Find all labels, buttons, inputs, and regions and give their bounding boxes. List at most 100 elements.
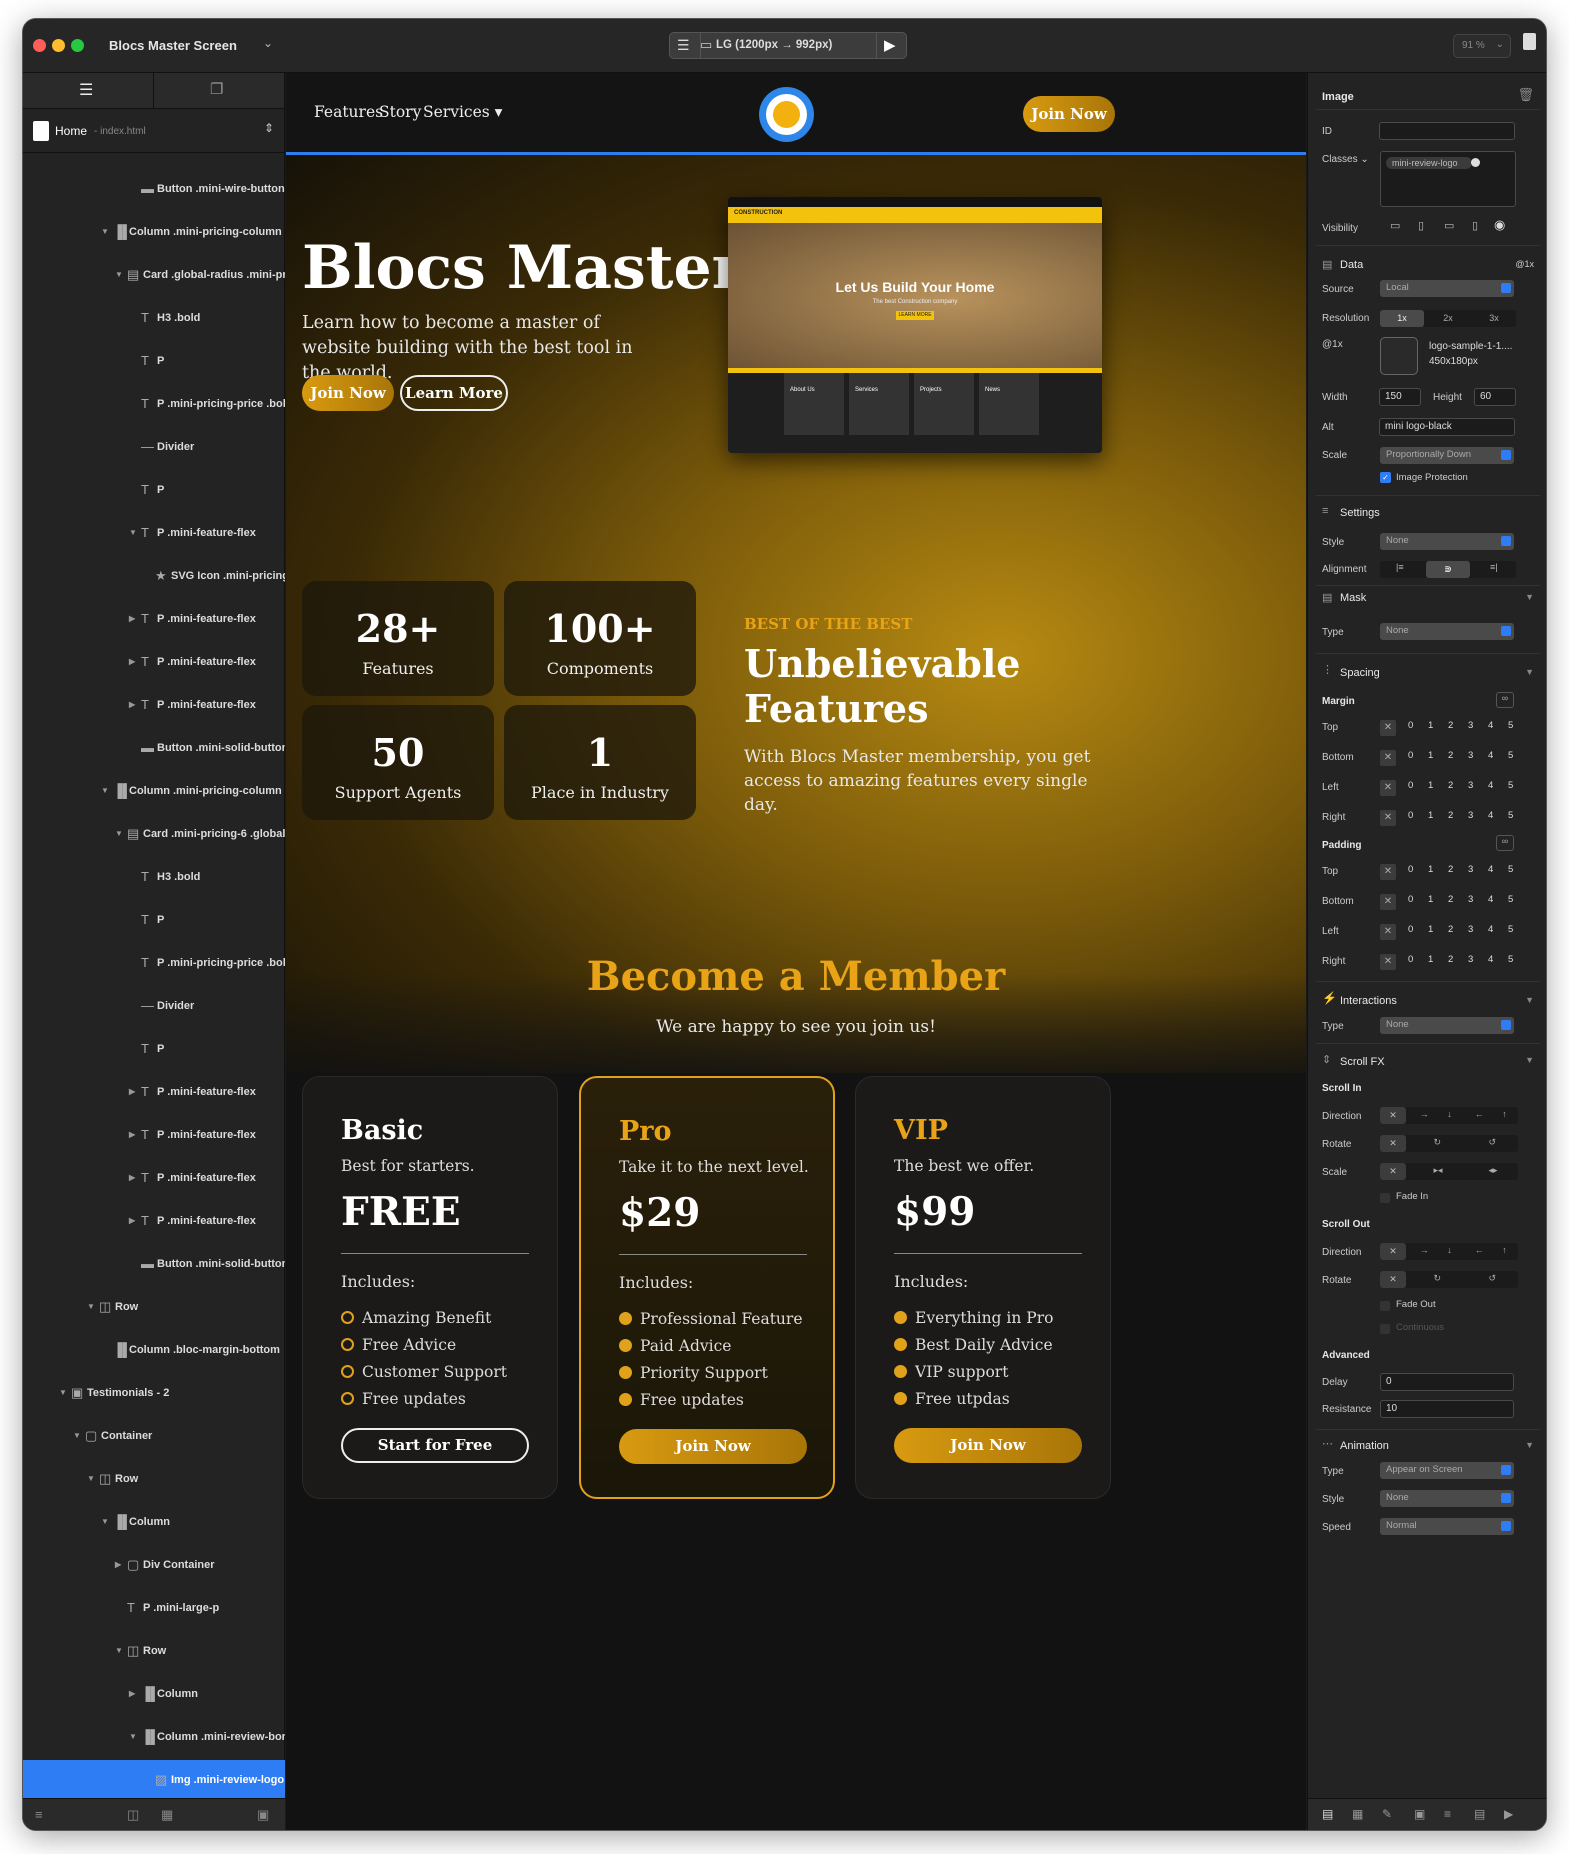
fx-direction-segmented[interactable]: ✕ → ↓ ← ↑ — [1380, 1243, 1518, 1260]
layer-row[interactable]: ▼ T P .mini-feature-flex — [23, 513, 285, 556]
margin-step-option[interactable]: 5 — [1508, 750, 1513, 761]
chevron-down-icon[interactable]: ▼ — [1525, 592, 1534, 602]
zoom-select[interactable]: 91 % ⌄ — [1453, 34, 1511, 58]
clear-icon[interactable]: ✕ — [1380, 1163, 1406, 1180]
project-title[interactable]: Blocs Master Screen — [109, 38, 237, 53]
fx-option-icon[interactable]: ↺ — [1489, 1137, 1497, 1148]
fx-option-icon[interactable]: ↑ — [1502, 1245, 1507, 1255]
layer-row[interactable]: ▶ T P .mini-feature-flex — [23, 642, 285, 685]
margin-step-option[interactable]: 5 — [1508, 780, 1513, 791]
plan-join-button[interactable]: Join Now — [619, 1429, 807, 1464]
mask-type-select[interactable]: None — [1380, 623, 1514, 640]
padding-step-option[interactable]: 4 — [1488, 954, 1493, 965]
padding-step-option[interactable]: 0 — [1408, 924, 1413, 935]
disclosure-open-icon[interactable]: ▼ — [73, 1431, 81, 1440]
clear-icon[interactable]: ✕ — [1380, 954, 1396, 970]
disclosure-open-icon[interactable]: ▼ — [101, 227, 109, 236]
layer-row[interactable]: TP — [23, 341, 285, 384]
fx-option-icon[interactable]: ← — [1475, 1109, 1484, 1119]
disclosure-open-icon[interactable]: ▼ — [87, 1474, 95, 1483]
fx-option-icon[interactable]: ↓ — [1447, 1245, 1452, 1255]
eye-icon[interactable]: ◉ — [1494, 217, 1505, 233]
margin-step-option[interactable]: 4 — [1488, 810, 1493, 821]
clear-icon[interactable]: ✕ — [1380, 750, 1396, 766]
layer-row[interactable]: T H3 .bold — [23, 857, 285, 900]
margin-step-option[interactable]: 4 — [1488, 720, 1493, 731]
minimize-window-button[interactable] — [52, 39, 65, 52]
disclosure-closed-icon[interactable]: ▶ — [129, 1087, 135, 1096]
nav-link-story[interactable]: Story — [379, 103, 421, 121]
margin-step-option[interactable]: 1 — [1428, 780, 1433, 791]
fx-option-icon[interactable]: → — [1420, 1245, 1429, 1255]
disclosure-open-icon[interactable]: ▼ — [129, 528, 137, 537]
padding-step-option[interactable]: 2 — [1448, 864, 1453, 875]
disclosure-open-icon[interactable]: ▼ — [115, 1646, 123, 1655]
layer-row[interactable]: ▼ ◫ Row — [23, 1287, 285, 1330]
layer-row[interactable]: — Divider — [23, 427, 285, 470]
fx-option-icon[interactable]: ▸◂ — [1434, 1165, 1443, 1176]
layer-row[interactable]: ▼ ◫ Row — [23, 1459, 285, 1502]
disclosure-closed-icon[interactable]: ▶ — [129, 700, 135, 709]
fx-option-icon[interactable]: ↓ — [1447, 1109, 1452, 1119]
website-mockup-image[interactable]: CONSTRUCTION Let Us Build Your Home The … — [728, 197, 1102, 453]
tablet-icon[interactable]: ▯ — [1418, 219, 1424, 232]
animation-speed-select[interactable]: Normal — [1380, 1518, 1514, 1535]
padding-step-option[interactable]: 2 — [1448, 894, 1453, 905]
disclosure-open-icon[interactable]: ▼ — [59, 1388, 67, 1397]
height-input[interactable]: 60 — [1474, 388, 1516, 406]
clear-icon[interactable]: ✕ — [1380, 720, 1396, 736]
padding-step-option[interactable]: 0 — [1408, 864, 1413, 875]
column-icon[interactable]: ◫ — [127, 1807, 139, 1823]
scale-select[interactable]: Proportionally Down — [1380, 447, 1514, 464]
fx-rotate-segmented[interactable]: ✕ ↻ ↺ — [1380, 1271, 1518, 1288]
up-down-chevron-icon[interactable]: ⇕ — [264, 121, 274, 135]
margin-step-option[interactable]: 1 — [1428, 810, 1433, 821]
clear-icon[interactable]: ✕ — [1380, 1243, 1406, 1260]
nav-join-button[interactable]: Join Now — [1023, 96, 1115, 132]
chevron-down-icon[interactable]: ▼ — [1525, 995, 1534, 1005]
margin-step-option[interactable]: 3 — [1468, 720, 1473, 731]
layer-row[interactable]: ▼ ▐▌ Column — [23, 1502, 285, 1545]
site-logo[interactable] — [759, 87, 814, 142]
chevron-down-icon[interactable]: ▼ — [1525, 1055, 1534, 1065]
layer-row[interactable]: ▨ Img .mini-review-logo — [23, 1760, 285, 1803]
disclosure-closed-icon[interactable]: ▶ — [129, 657, 135, 666]
padding-step-option[interactable]: 3 — [1468, 924, 1473, 935]
layer-row[interactable]: TP — [23, 470, 285, 513]
alt-input[interactable]: mini logo-black — [1379, 418, 1515, 436]
tab-pages[interactable]: ❐ — [154, 73, 285, 109]
plan-join-button[interactable]: Join Now — [894, 1428, 1082, 1463]
design-canvas[interactable]: Features Story Services ▾ Join Now Blocs… — [286, 73, 1306, 1830]
layer-row[interactable]: ★ SVG Icon .mini-pricing — [23, 556, 285, 599]
layer-row[interactable]: ▶ T P .mini-feature-flex — [23, 1158, 285, 1201]
page-selector[interactable]: Home - index.html ⇕ — [23, 109, 284, 153]
disclosure-closed-icon[interactable]: ▶ — [129, 1173, 135, 1182]
margin-step-option[interactable]: 1 — [1428, 750, 1433, 761]
margin-step-option[interactable]: 0 — [1408, 750, 1413, 761]
fx-option-icon[interactable]: ← — [1475, 1245, 1484, 1255]
tablet-landscape-icon[interactable]: ▭ — [1444, 219, 1454, 232]
box-icon[interactable]: ▣ — [257, 1807, 269, 1823]
zoom-window-button[interactable] — [71, 39, 84, 52]
layer-row[interactable]: ▼ ◫ Row — [23, 1631, 285, 1674]
fx-option-icon[interactable]: → — [1420, 1109, 1429, 1119]
margin-step-option[interactable]: 0 — [1408, 810, 1413, 821]
hero-join-button[interactable]: Join Now — [302, 375, 394, 411]
box-icon[interactable]: ▣ — [1414, 1807, 1425, 1821]
delay-input[interactable]: 0 — [1380, 1373, 1514, 1391]
layer-row[interactable]: ▶ T P .mini-feature-flex — [23, 599, 285, 642]
margin-step-option[interactable]: 4 — [1488, 750, 1493, 761]
layer-row[interactable]: ▼ ▤ Card .mini-pricing-6 .global- — [23, 814, 285, 857]
fx-scale-segmented[interactable]: ✕ ▸◂ ◂▸ — [1380, 1163, 1518, 1180]
padding-step-option[interactable]: 3 — [1468, 864, 1473, 875]
nav-link-services[interactable]: Services ▾ — [423, 103, 502, 121]
trash-icon[interactable]: 🗑 — [1517, 87, 1534, 103]
layer-row[interactable]: ▬ Button .mini-solid-button — [23, 1244, 285, 1287]
disclosure-open-icon[interactable]: ▼ — [101, 786, 109, 795]
disclosure-closed-icon[interactable]: ▶ — [129, 1689, 135, 1698]
layer-row[interactable]: ▶ T P .mini-feature-flex — [23, 1072, 285, 1115]
clear-icon[interactable]: ✕ — [1380, 810, 1396, 826]
align-right-icon[interactable]: ≡| — [1490, 562, 1498, 572]
margin-step-option[interactable]: 2 — [1448, 750, 1453, 761]
document-icon[interactable]: ▤ — [1474, 1807, 1485, 1821]
